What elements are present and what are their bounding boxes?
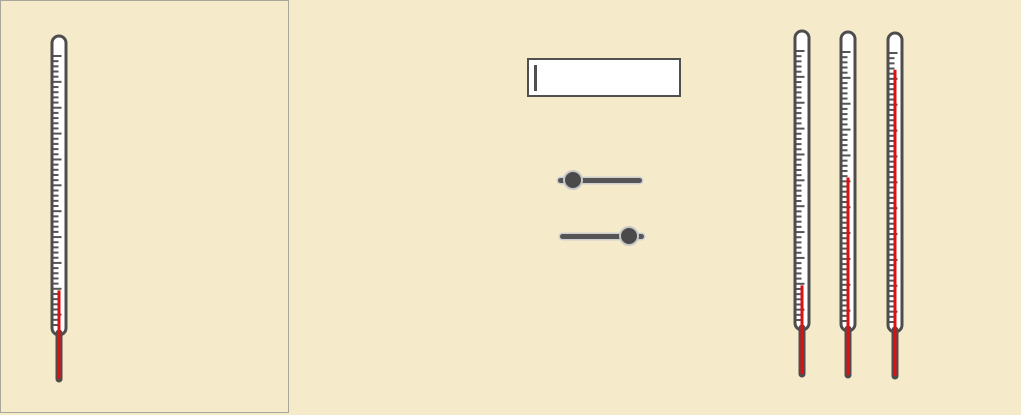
slider-2[interactable] bbox=[560, 225, 644, 249]
level-input[interactable] bbox=[527, 58, 681, 97]
thermometer-1 bbox=[793, 29, 811, 378]
thermometer-3 bbox=[886, 31, 904, 380]
thermometer-2 bbox=[839, 30, 857, 379]
slider-2-knob[interactable] bbox=[618, 226, 639, 246]
app-window bbox=[0, 0, 1021, 415]
slider-1-knob[interactable] bbox=[563, 170, 584, 190]
left-panel bbox=[0, 0, 289, 413]
slider-1[interactable] bbox=[558, 169, 642, 193]
text-caret bbox=[534, 65, 537, 91]
main-thermometer bbox=[50, 34, 68, 383]
